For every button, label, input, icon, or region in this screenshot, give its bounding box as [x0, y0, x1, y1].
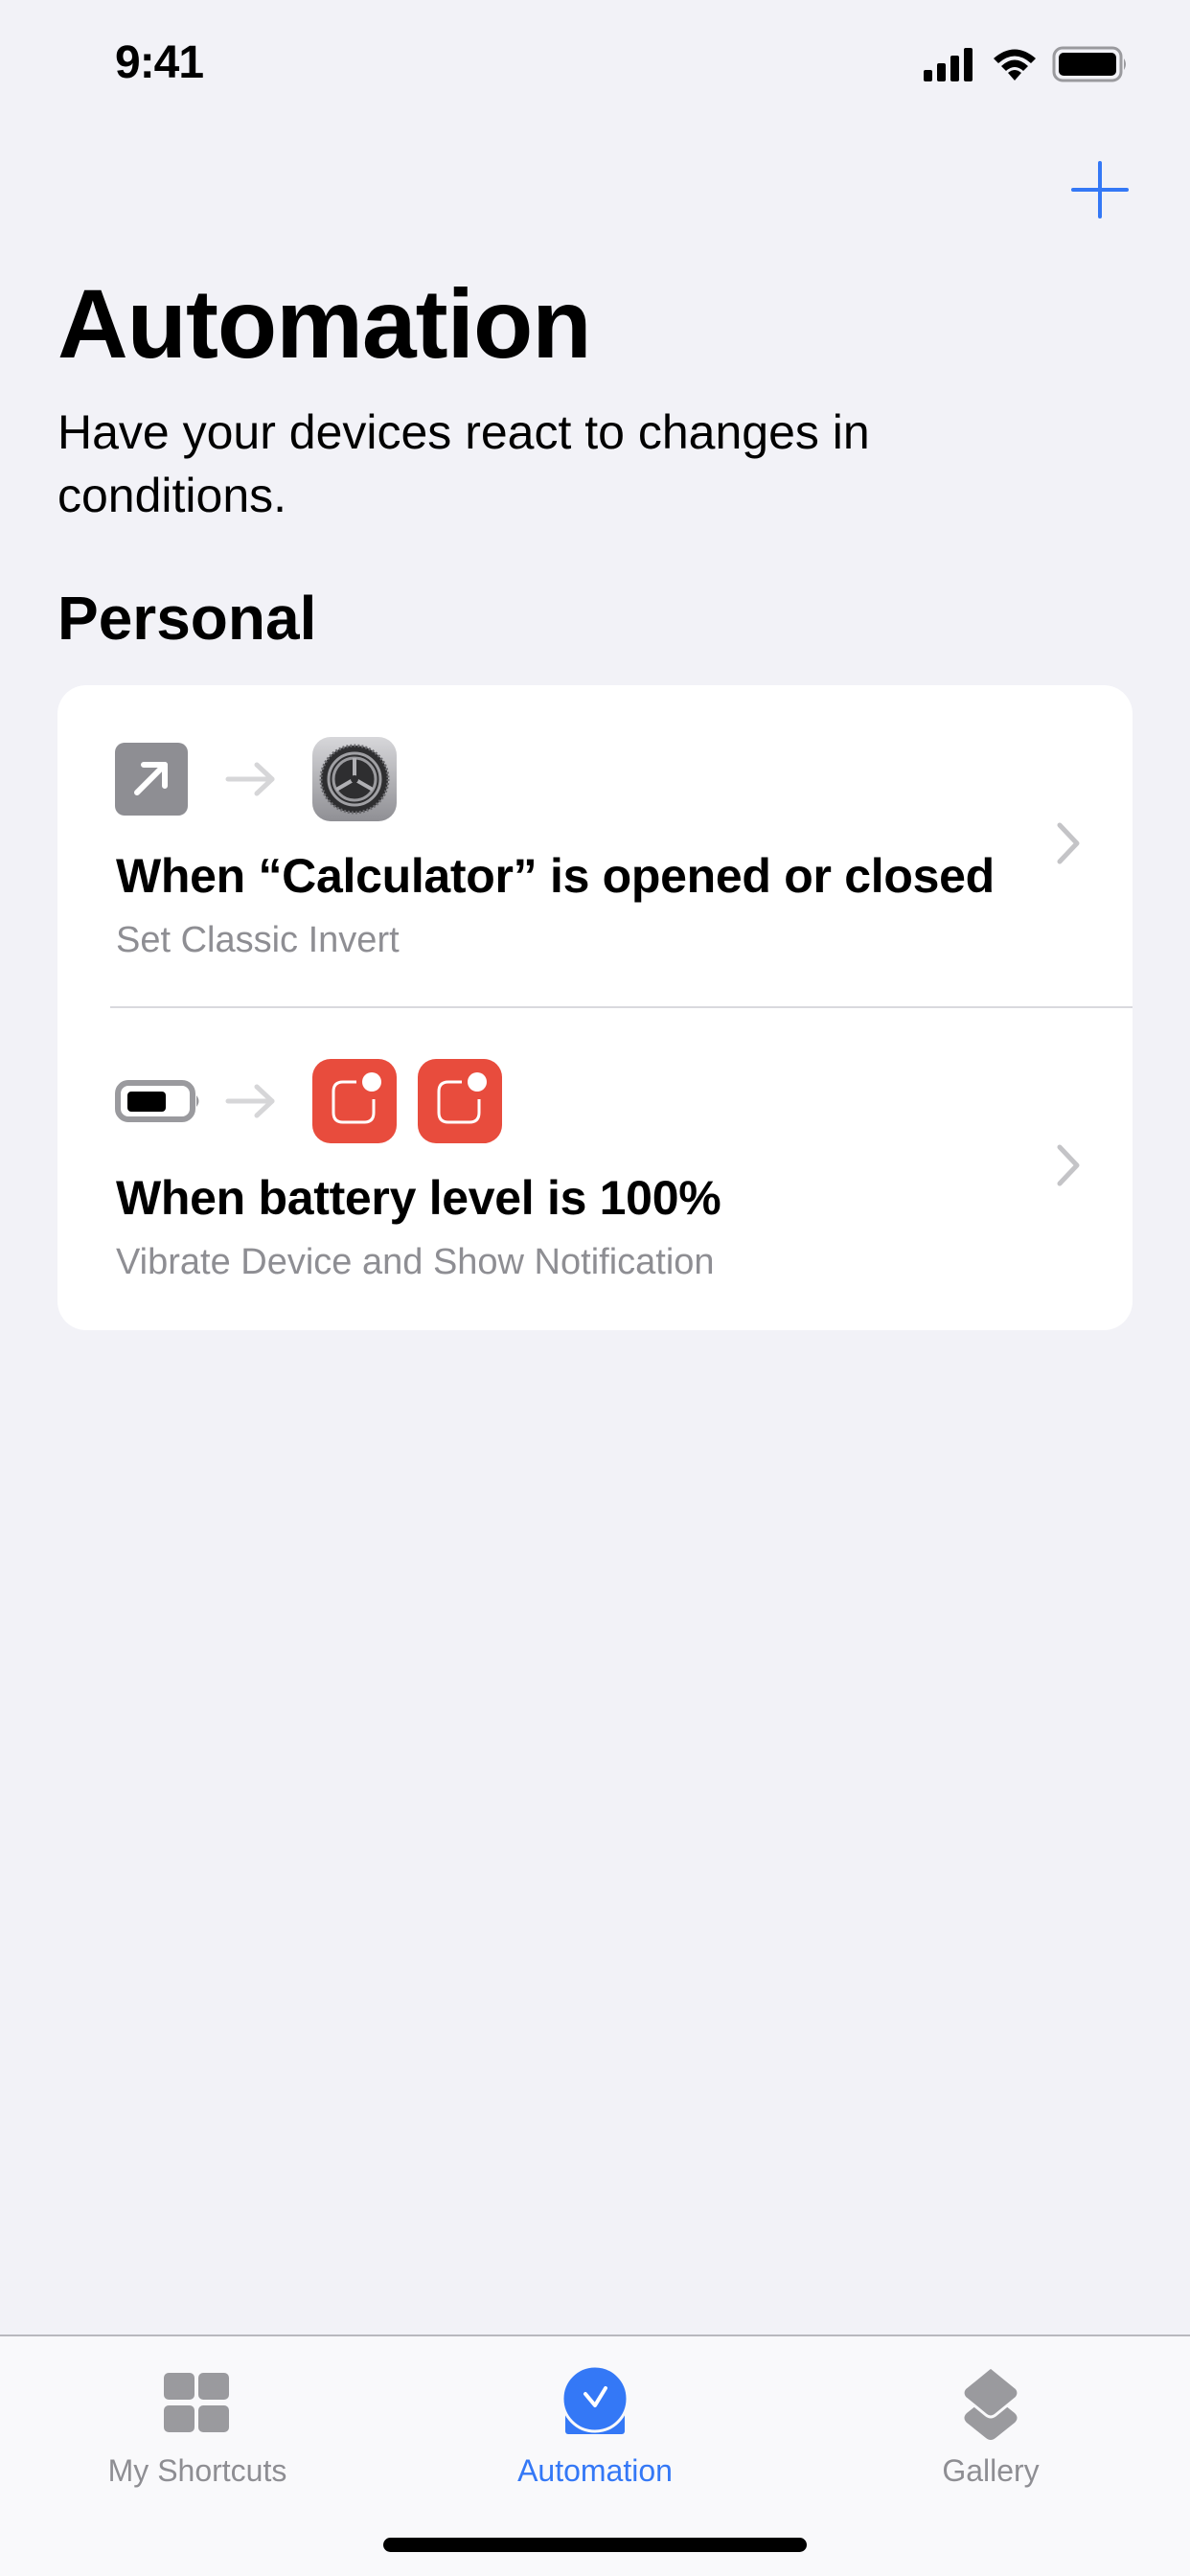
- arrow-right-icon: [225, 762, 275, 796]
- wifi-icon: [994, 49, 1036, 80]
- status-icons: [922, 46, 1129, 82]
- add-automation-button[interactable]: [1064, 153, 1136, 226]
- tab-label: My Shortcuts: [107, 2453, 287, 2488]
- tab-automation[interactable]: Automation: [451, 2336, 739, 2490]
- chevron-right-icon: [1057, 1144, 1080, 1186]
- automation-icons: [115, 1057, 502, 1145]
- arrow-right-icon: [225, 1084, 275, 1118]
- home-indicator[interactable]: [383, 2538, 807, 2552]
- battery-icon: [115, 1080, 199, 1122]
- grid-icon: [164, 2373, 229, 2432]
- automation-title: When “Calculator” is opened or closed: [116, 849, 995, 903]
- automations-list: When “Calculator” is opened or closed Se…: [57, 685, 1133, 1330]
- automation-title: When battery level is 100%: [116, 1171, 721, 1225]
- page-title: Automation: [57, 269, 592, 379]
- battery-status-icon: [1052, 46, 1126, 82]
- settings-gear-icon: [312, 737, 397, 821]
- plus-icon: [1071, 161, 1129, 218]
- status-bar: 9:41: [0, 0, 1190, 125]
- section-title-personal: Personal: [57, 584, 317, 653]
- status-time: 9:41: [115, 37, 204, 88]
- automation-subtitle: Vibrate Device and Show Notification: [116, 1242, 715, 1282]
- tab-label: Gallery: [942, 2453, 1040, 2488]
- tab-label: Automation: [517, 2453, 673, 2488]
- tab-gallery[interactable]: Gallery: [847, 2336, 1134, 2490]
- automation-subtitle: Set Classic Invert: [116, 920, 400, 960]
- automation-check-icon: [561, 2365, 629, 2434]
- automation-icons: [115, 735, 397, 823]
- gallery-layers-icon: [961, 2365, 1020, 2440]
- automation-row[interactable]: When “Calculator” is opened or closed Se…: [57, 685, 1133, 1008]
- app-open-arrow-icon: [115, 743, 188, 816]
- chevron-right-icon: [1057, 822, 1080, 864]
- automation-row[interactable]: When battery level is 100% Vibrate Devic…: [57, 1007, 1133, 1329]
- notification-icon: [418, 1059, 502, 1143]
- cellular-signal-icon: [924, 48, 973, 81]
- notification-icon: [312, 1059, 397, 1143]
- tab-my-shortcuts[interactable]: My Shortcuts: [54, 2336, 341, 2490]
- page-subtitle: Have your devices react to changes in co…: [57, 405, 870, 522]
